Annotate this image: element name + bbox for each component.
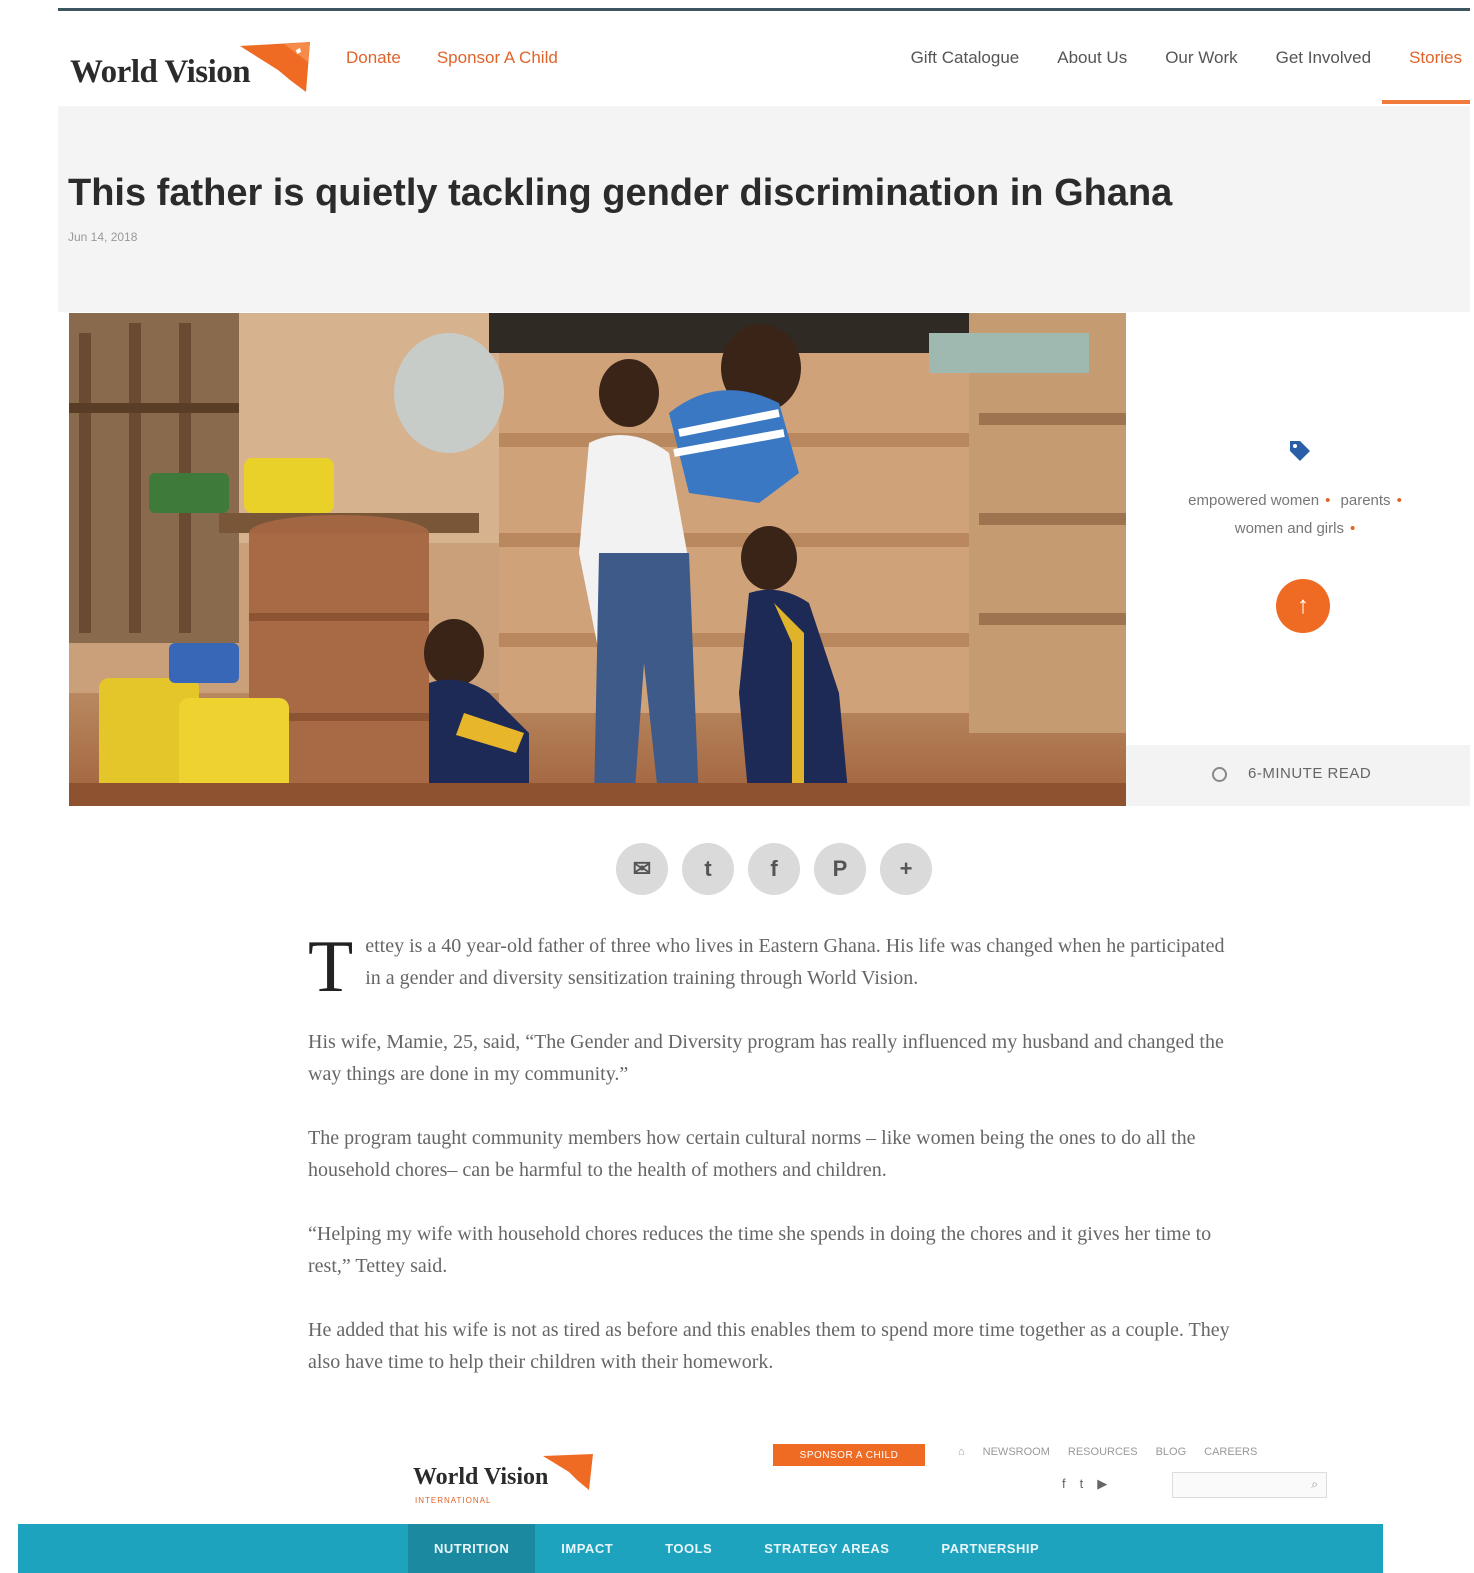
logo-mark-icon (240, 42, 310, 92)
article-paragraph: He added that his wife is not as tired a… (308, 1319, 1230, 1373)
tag-icon (1290, 441, 1310, 461)
utility-links: ⌂ NEWSROOM RESOURCES BLOG CAREERS (958, 1446, 1257, 1458)
title-band: This father is quietly tackling gender d… (58, 106, 1470, 312)
sponsor-a-child-button[interactable]: SPONSOR A CHILD (773, 1444, 925, 1466)
arrow-up-icon[interactable]: ↑ (1276, 579, 1330, 633)
link-newsroom[interactable]: NEWSROOM (983, 1446, 1050, 1458)
plus-icon[interactable]: + (880, 843, 932, 895)
article-paragraph: The program taught community members how… (308, 1127, 1196, 1181)
nav-about-us[interactable]: About Us (1057, 48, 1127, 68)
twitter-icon[interactable]: t (682, 843, 734, 895)
search-icon[interactable]: ⌕ (1311, 1477, 1318, 1492)
international-site-header: World Vision INTERNATIONAL SPONSOR A CHI… (18, 1440, 1383, 1573)
clock-icon (1212, 767, 1227, 782)
footer-logo-mark-icon (543, 1454, 593, 1490)
tag-parents[interactable]: parents (1341, 492, 1391, 509)
home-icon[interactable]: ⌂ (958, 1446, 965, 1458)
nav-tools[interactable]: TOOLS (639, 1524, 738, 1573)
tag-women-and-girls[interactable]: women and girls (1235, 520, 1344, 537)
youtube-icon[interactable]: ▶ (1097, 1476, 1107, 1492)
nav-get-involved[interactable]: Get Involved (1276, 48, 1371, 68)
read-time: 6-MINUTE READ (1248, 765, 1372, 782)
nav-strategy-areas[interactable]: STRATEGY AREAS (738, 1524, 915, 1573)
article-paragraph: T ettey is a 40 year-old father of three… (308, 926, 1225, 1008)
active-nav-indicator (1382, 100, 1470, 104)
footer-logo-text: World Vision (413, 1464, 549, 1490)
site-header: World Vision Donate Sponsor A Child Gift… (58, 12, 1470, 106)
international-nav: NUTRITION IMPACT TOOLS STRATEGY AREAS PA… (408, 1524, 1065, 1573)
link-blog[interactable]: BLOG (1156, 1446, 1187, 1458)
read-time-bar: 6-MINUTE READ (1126, 745, 1470, 806)
hero-photo-illustration (69, 313, 1126, 806)
article-date: Jun 14, 2018 (68, 230, 138, 244)
share-buttons: ✉ t f P + (616, 843, 932, 895)
top-rule (58, 8, 1470, 11)
logo-text: World Vision (70, 54, 251, 90)
tag-empowered-women[interactable]: empowered women (1188, 492, 1319, 509)
link-careers[interactable]: CAREERS (1204, 1446, 1257, 1458)
sponsor-a-child-link[interactable]: Sponsor A Child (437, 48, 558, 68)
article-paragraph: His wife, Mamie, 25, said, “The Gender a… (308, 1031, 1224, 1085)
pinterest-icon[interactable]: P (814, 843, 866, 895)
facebook-icon[interactable]: f (748, 843, 800, 895)
drop-cap: T (308, 926, 354, 1008)
social-links: f t ▶ (1062, 1476, 1107, 1492)
nav-nutrition[interactable]: NUTRITION (408, 1524, 536, 1573)
nav-stories[interactable]: Stories (1409, 48, 1462, 68)
world-vision-international-logo[interactable]: World Vision INTERNATIONAL (413, 1450, 603, 1510)
nav-gift-catalogue[interactable]: Gift Catalogue (911, 48, 1020, 68)
world-vision-logo[interactable]: World Vision (70, 40, 330, 100)
primary-actions: Donate Sponsor A Child (346, 48, 558, 68)
article-body: T ettey is a 40 year-old father of three… (308, 930, 1233, 1410)
donate-link[interactable]: Donate (346, 48, 401, 68)
twitter-icon[interactable]: t (1080, 1476, 1084, 1492)
search-input[interactable]: ⌕ (1172, 1472, 1327, 1498)
nav-our-work[interactable]: Our Work (1165, 48, 1237, 68)
tag-list: empowered women • parents • women and girl… (1188, 492, 1402, 537)
hero-photo (69, 313, 1126, 806)
main-nav: Gift Catalogue About Us Our Work Get Inv… (911, 48, 1462, 68)
email-icon[interactable]: ✉ (616, 843, 668, 895)
international-nav-bar: NUTRITION IMPACT TOOLS STRATEGY AREAS PA… (18, 1524, 1383, 1573)
footer-logo-subtitle: INTERNATIONAL (415, 1496, 492, 1505)
article-side-panel: empowered women • parents • women and girl… (1126, 313, 1470, 806)
nav-partnership[interactable]: PARTNERSHIP (915, 1524, 1065, 1573)
nav-impact[interactable]: IMPACT (535, 1524, 639, 1573)
page-title: This father is quietly tackling gender d… (68, 172, 1173, 214)
link-resources[interactable]: RESOURCES (1068, 1446, 1138, 1458)
article-paragraph: “Helping my wife with household chores r… (308, 1223, 1212, 1277)
facebook-icon[interactable]: f (1062, 1476, 1066, 1492)
